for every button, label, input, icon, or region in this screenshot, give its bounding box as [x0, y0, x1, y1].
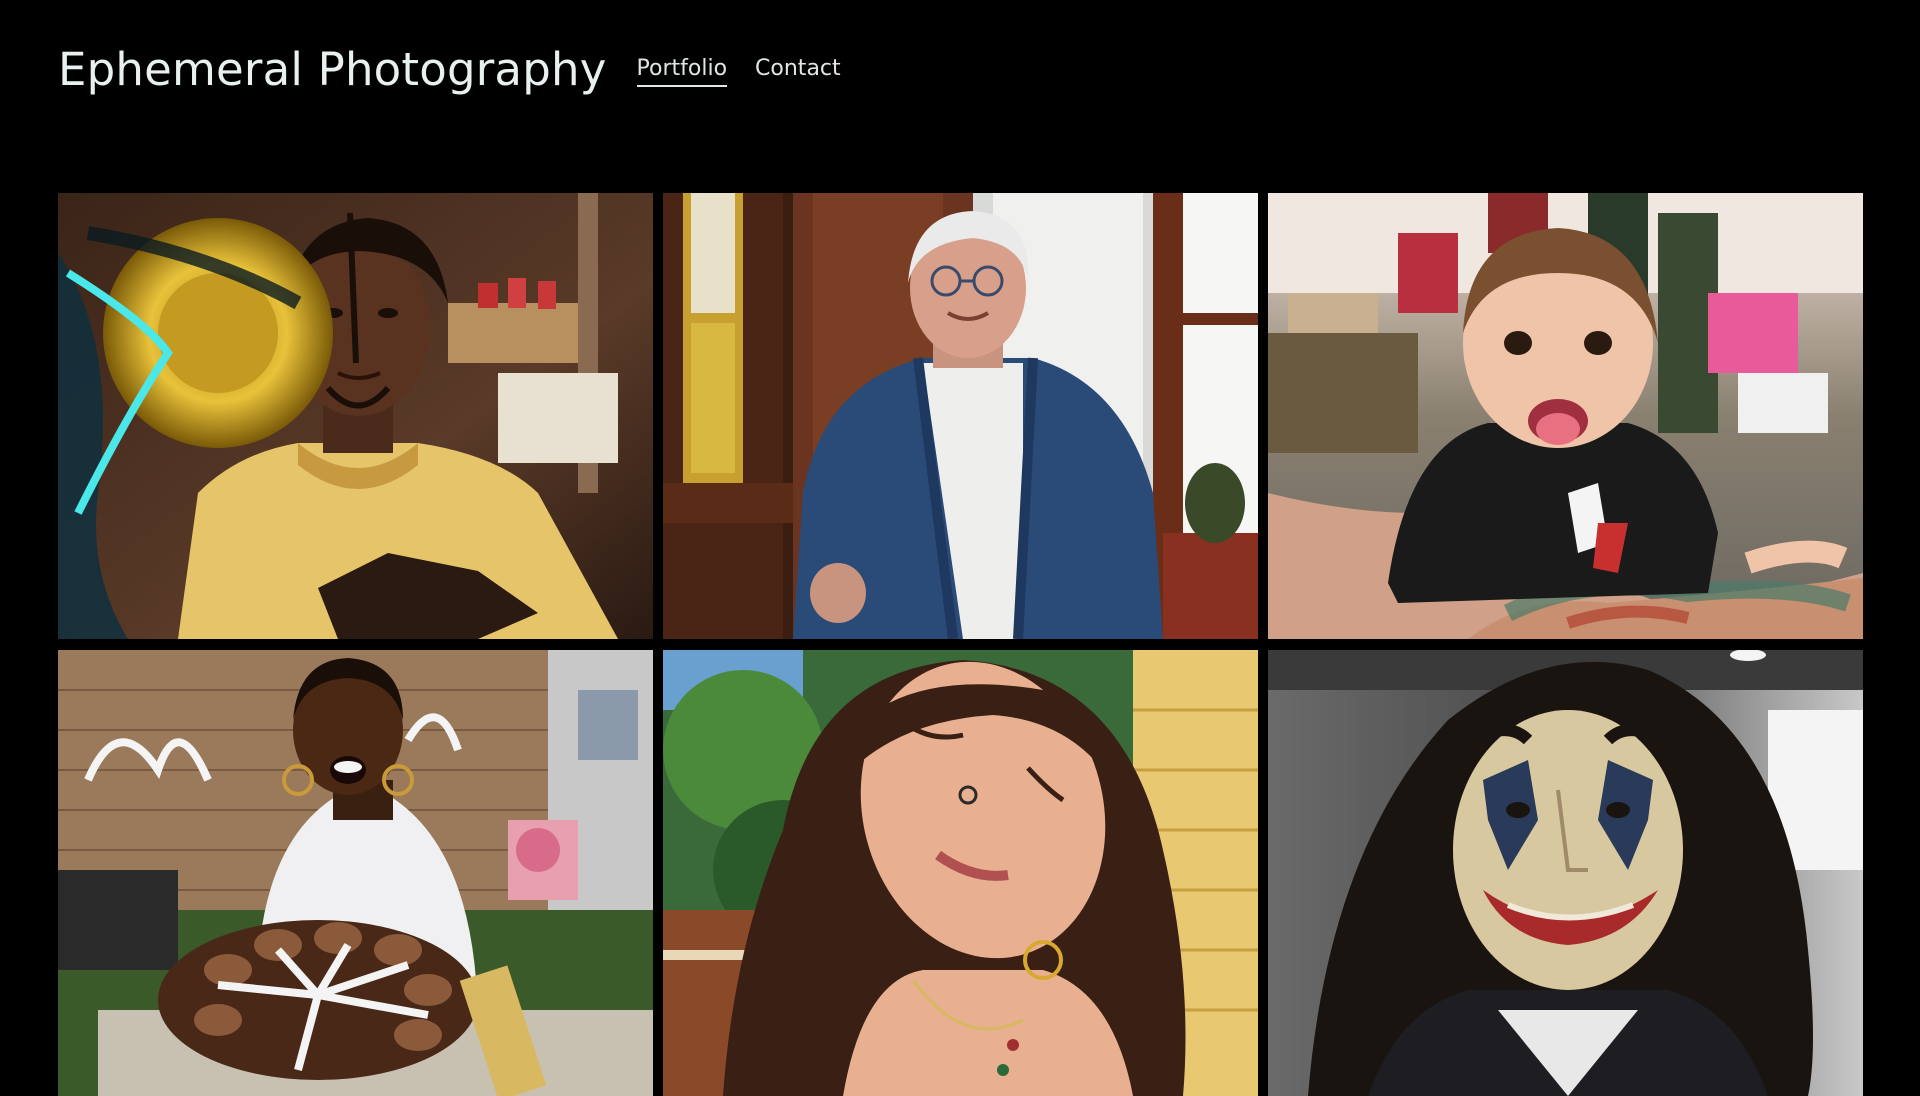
- portrait-woman-cake-image: [58, 650, 653, 1096]
- portrait-young-man-image: [58, 193, 653, 639]
- portrait-elderly-man-image: [663, 193, 1258, 639]
- nav-link-portfolio[interactable]: Portfolio: [636, 56, 728, 87]
- gallery-photo[interactable]: [663, 193, 1258, 639]
- site-header: Ephemeral Photography Portfolio Contact: [58, 36, 841, 102]
- portrait-clown-face-image: [1268, 650, 1863, 1096]
- gallery-photo[interactable]: [663, 650, 1258, 1096]
- gallery-photo[interactable]: [58, 193, 653, 639]
- gallery-photo[interactable]: [1268, 193, 1863, 639]
- portrait-woman-nose-ring-image: [663, 650, 1258, 1096]
- gallery-photo[interactable]: [1268, 650, 1863, 1096]
- gallery-photo[interactable]: [58, 650, 653, 1096]
- site-title[interactable]: Ephemeral Photography: [58, 43, 607, 96]
- nav-link-contact[interactable]: Contact: [755, 56, 841, 87]
- photo-gallery: [58, 193, 1863, 1096]
- main-nav: Portfolio Contact: [636, 52, 841, 87]
- portrait-toddler-image: [1268, 193, 1863, 639]
